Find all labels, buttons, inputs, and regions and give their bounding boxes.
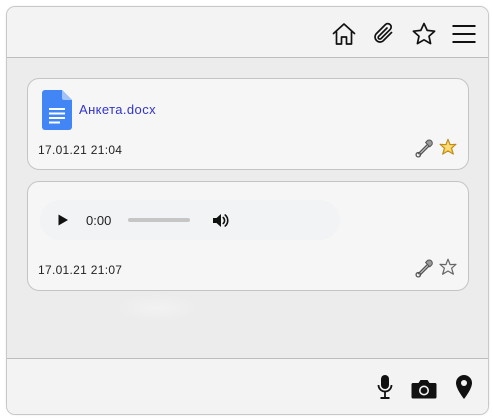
home-icon[interactable] [331,21,357,47]
location-pin-icon[interactable] [455,374,473,400]
top-toolbar [7,7,488,58]
message-timestamp: 17.01.21 21:07 [38,263,123,277]
message-bubble-file: Анкета.docx 17.01.21 21:04 [27,78,469,170]
play-icon[interactable] [57,214,69,226]
safety-pin-icon[interactable] [414,138,434,158]
star-outline-icon[interactable] [438,258,458,278]
star-filled-icon[interactable] [438,138,458,158]
file-link[interactable]: Анкета.docx [79,102,156,117]
message-list[interactable]: Анкета.docx 17.01.21 21:04 0:00 17.01.21… [7,58,488,358]
star-icon[interactable] [411,21,437,47]
audio-player: 0:00 [40,200,340,240]
audio-current-time: 0:00 [86,213,112,228]
paperclip-icon[interactable] [371,21,397,47]
safety-pin-icon[interactable] [414,258,434,278]
audio-progress-bar[interactable] [128,218,190,222]
microphone-icon[interactable] [377,374,393,400]
message-bubble-audio: 0:00 17.01.21 21:07 [27,181,469,291]
message-timestamp: 17.01.21 21:04 [38,143,123,157]
menu-icon[interactable] [451,21,477,47]
bottom-toolbar [7,358,488,414]
volume-icon[interactable] [212,212,229,229]
google-doc-icon[interactable] [42,90,72,130]
camera-icon[interactable] [411,379,437,399]
chat-window: Анкета.docx 17.01.21 21:04 0:00 17.01.21… [6,6,489,415]
